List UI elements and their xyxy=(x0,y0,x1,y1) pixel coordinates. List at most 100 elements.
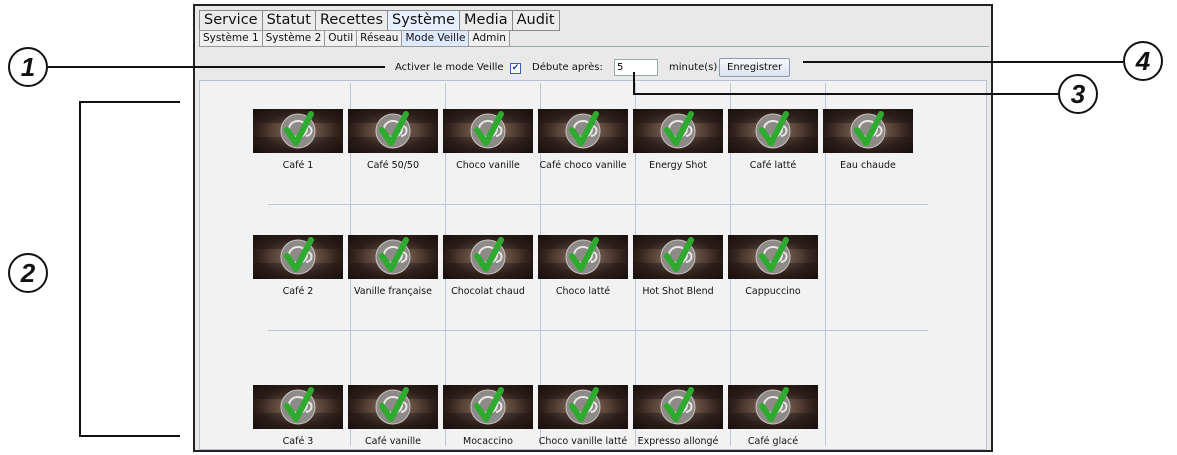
subtab-reseau[interactable]: Réseau xyxy=(356,30,402,47)
recipe-thumbnail[interactable] xyxy=(633,109,723,153)
recipe-thumbnail[interactable] xyxy=(728,109,818,153)
minutes-unit-label: minute(s) xyxy=(669,62,718,73)
recipe-tile[interactable]: Eau chaude xyxy=(822,109,914,171)
recipe-tile[interactable]: Café latté xyxy=(727,109,819,171)
recipe-tile[interactable]: Chocolat chaud xyxy=(442,235,534,297)
subtab-outil[interactable]: Outil xyxy=(324,30,357,47)
tab-recettes[interactable]: Recettes xyxy=(314,10,388,31)
tab-audit[interactable]: Audit xyxy=(511,10,560,31)
callout-3-line-horizontal xyxy=(633,93,1058,95)
recipe-tile[interactable]: Hot Shot Blend xyxy=(632,235,724,297)
recipe-tile[interactable]: Café 50/50 xyxy=(347,109,439,171)
tab-media[interactable]: Media xyxy=(459,10,512,31)
recipe-thumbnail[interactable] xyxy=(538,385,628,429)
cup-with-green-check-icon xyxy=(755,111,791,149)
recipe-tile[interactable]: Choco latté xyxy=(537,235,629,297)
app-window: Service Statut Recettes Système Media Au… xyxy=(193,4,993,452)
recipe-thumbnail[interactable] xyxy=(538,235,628,279)
recipe-tile[interactable]: Vanille française xyxy=(347,235,439,297)
subtab-systeme-1[interactable]: Système 1 xyxy=(199,30,262,47)
start-after-label: Débute après: xyxy=(532,62,603,73)
recipe-label: Cappuccino xyxy=(745,286,801,297)
cup-with-green-check-icon xyxy=(280,237,316,275)
recipe-tile[interactable]: Choco vanille xyxy=(442,109,534,171)
recipe-thumbnail[interactable] xyxy=(348,385,438,429)
enable-sleep-checkbox[interactable]: ✔ xyxy=(510,63,521,74)
recipe-label: Choco vanille xyxy=(456,160,520,171)
cup-with-green-check-icon xyxy=(660,111,696,149)
save-button[interactable]: Enregistrer xyxy=(719,58,791,77)
recipe-thumbnail[interactable] xyxy=(728,385,818,429)
recipe-thumbnail[interactable] xyxy=(253,109,343,153)
enable-sleep-label: Activer le mode Veille xyxy=(395,62,504,73)
grid-row-divider xyxy=(268,204,928,205)
recipe-tile[interactable]: Café 2 xyxy=(252,235,344,297)
cup-with-green-check-icon xyxy=(280,387,316,425)
recipe-label: Hot Shot Blend xyxy=(642,286,714,297)
recipe-tile[interactable]: Energy Shot xyxy=(632,109,724,171)
recipe-thumbnail[interactable] xyxy=(728,235,818,279)
recipe-tile[interactable]: Mocaccino xyxy=(442,385,534,447)
tab-service[interactable]: Service xyxy=(199,10,262,31)
recipe-tile[interactable]: Café 3 xyxy=(252,385,344,447)
subtab-admin[interactable]: Admin xyxy=(468,30,510,47)
recipe-tile[interactable]: Expresso allongé xyxy=(632,385,724,447)
recipe-label: Mocaccino xyxy=(463,436,513,447)
callout-3-line-vertical xyxy=(633,72,635,95)
cup-with-green-check-icon xyxy=(375,387,411,425)
recipe-thumbnail[interactable] xyxy=(823,109,913,153)
callout-1-line xyxy=(48,66,385,68)
recipe-label: Café latté xyxy=(749,160,797,171)
tab-systeme[interactable]: Système xyxy=(387,10,460,31)
tab-statut[interactable]: Statut xyxy=(261,10,315,31)
cup-with-green-check-icon xyxy=(470,387,506,425)
cup-with-green-check-icon xyxy=(280,111,316,149)
cup-with-green-check-icon xyxy=(375,111,411,149)
subtab-systeme-2[interactable]: Système 2 xyxy=(261,30,325,47)
recipe-thumbnail[interactable] xyxy=(633,235,723,279)
recipe-label: Café choco vanille xyxy=(539,160,627,171)
cup-with-green-check-icon xyxy=(660,387,696,425)
recipe-tile[interactable]: Café choco vanille xyxy=(537,109,629,171)
cup-with-green-check-icon xyxy=(660,237,696,275)
callout-1-marker: 1 xyxy=(8,47,48,87)
recipe-thumbnail[interactable] xyxy=(443,109,533,153)
cup-with-green-check-icon xyxy=(850,111,886,149)
cup-with-green-check-icon xyxy=(565,111,601,149)
recipe-thumbnail[interactable] xyxy=(538,109,628,153)
recipe-label: Café 3 xyxy=(282,436,314,447)
grid-row-divider xyxy=(268,330,928,331)
recipe-tile[interactable]: Café glacé xyxy=(727,385,819,447)
recipe-tile[interactable]: Choco vanille latté xyxy=(537,385,629,447)
recipe-label: Eau chaude xyxy=(840,160,896,171)
cup-with-green-check-icon xyxy=(755,237,791,275)
recipe-label: Expresso allongé xyxy=(637,436,719,447)
callout-4-line xyxy=(803,61,1123,63)
recipe-label: Choco vanille latté xyxy=(538,436,628,447)
recipe-label: Choco latté xyxy=(555,286,611,297)
sleep-delay-input[interactable] xyxy=(614,59,658,76)
cup-with-green-check-icon xyxy=(375,237,411,275)
sub-tab-bar: Système 1 Système 2 Outil Réseau Mode Ve… xyxy=(199,30,989,47)
recipe-thumbnail[interactable] xyxy=(348,235,438,279)
recipe-thumbnail[interactable] xyxy=(253,235,343,279)
recipe-tile[interactable]: Café 1 xyxy=(252,109,344,171)
recipe-tile[interactable]: Cappuccino xyxy=(727,235,819,297)
recipe-grid: Café 1 Café 50/50 Choco vanille Café choco … xyxy=(199,80,987,450)
cup-with-green-check-icon xyxy=(565,237,601,275)
callout-2-bracket-bottom xyxy=(80,435,180,437)
recipe-label: Café 1 xyxy=(282,160,314,171)
recipe-label: Chocolat chaud xyxy=(451,286,525,297)
cup-with-green-check-icon xyxy=(470,111,506,149)
callout-2-marker: 2 xyxy=(8,253,48,293)
recipe-thumbnail[interactable] xyxy=(443,385,533,429)
cup-with-green-check-icon xyxy=(755,387,791,425)
recipe-thumbnail[interactable] xyxy=(348,109,438,153)
recipe-label: Vanille française xyxy=(354,286,432,297)
recipe-tile[interactable]: Café vanille xyxy=(347,385,439,447)
subtab-mode-veille[interactable]: Mode Veille xyxy=(401,30,469,47)
callout-2-bracket-side xyxy=(79,101,81,437)
recipe-thumbnail[interactable] xyxy=(253,385,343,429)
recipe-thumbnail[interactable] xyxy=(633,385,723,429)
recipe-thumbnail[interactable] xyxy=(443,235,533,279)
